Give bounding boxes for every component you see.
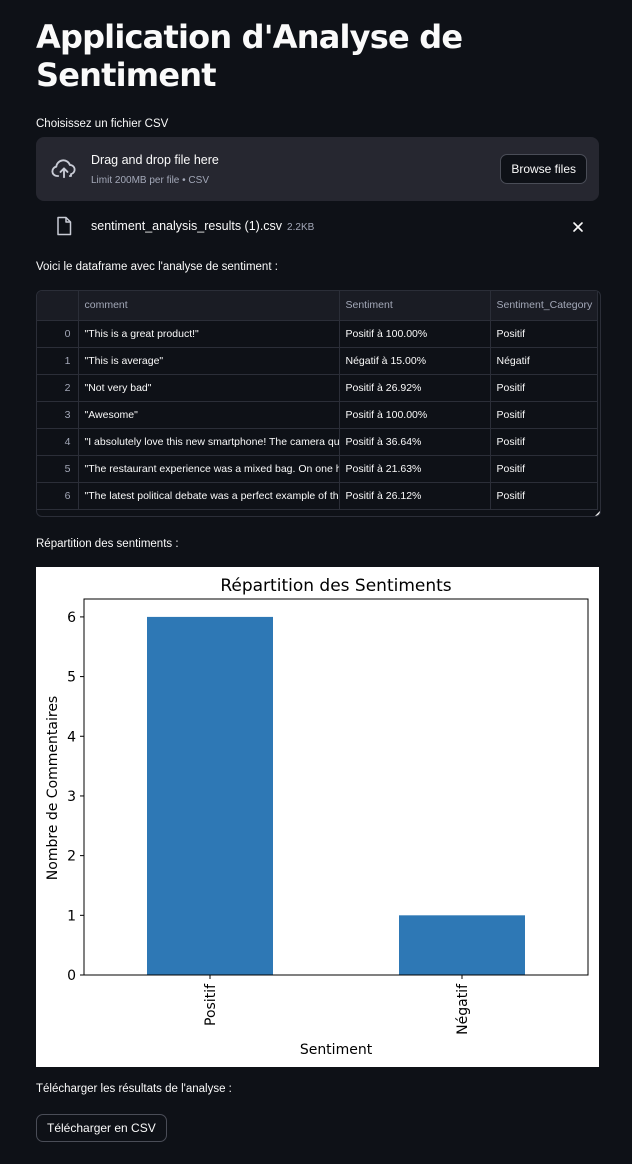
chart-title: Répartition des Sentiments: [220, 576, 451, 596]
sentiment-cell[interactable]: Négatif à 15.00%: [339, 347, 491, 375]
comment-cell[interactable]: "The restaurant experience was a mixed b…: [78, 455, 340, 483]
row-index[interactable]: 6: [37, 482, 79, 510]
y-tick-label: 0: [67, 968, 76, 984]
table-row[interactable]: 2 "Not very bad" Positif à 26.92% Positif: [37, 374, 598, 402]
sentiment-cell[interactable]: Positif à 26.92%: [339, 374, 491, 402]
y-tick-label: 1: [67, 908, 76, 924]
dropzone-title: Drag and drop file here: [91, 153, 219, 167]
chart-svg: Positif Négatif 0 1 2 3 4 5 6 Répartition des Sen…: [45, 576, 589, 1058]
row-index[interactable]: 5: [37, 455, 79, 483]
chart-bar: [399, 915, 525, 975]
table-row[interactable]: 3 "Awesome" Positif à 100.00% Positif: [37, 401, 598, 429]
chart-x-axis-label: Sentiment: [300, 1042, 373, 1058]
file-name-text: sentiment_analysis_results (1).csv: [91, 219, 283, 233]
sentiment-category-cell[interactable]: Positif: [490, 455, 598, 483]
table-row[interactable]: 4 "I absolutely love this new smartphone!…: [37, 428, 598, 456]
y-tick-label: 6: [67, 610, 76, 626]
sentiment-bar-chart: Positif Négatif 0 1 2 3 4 5 6 Répartition des Sen…: [36, 567, 599, 1067]
file-dropzone[interactable]: Drag and drop file here Limit 200MB per …: [36, 137, 599, 201]
browse-files-button[interactable]: Browse files: [500, 154, 587, 184]
column-header-comment[interactable]: comment: [78, 291, 340, 321]
sentiment-category-cell[interactable]: Positif: [490, 428, 598, 456]
uploaded-file-row: sentiment_analysis_results (1).csv 2.2KB: [36, 212, 599, 240]
uploader-label: Choisissez un fichier CSV: [36, 118, 169, 130]
comment-cell[interactable]: "Not very bad": [78, 374, 340, 402]
dropzone-limit-text: Limit 200MB per file • CSV: [91, 175, 209, 186]
uploaded-file-name: sentiment_analysis_results (1).csv 2.2KB: [91, 219, 314, 233]
chart-y-axis-label: Nombre de Commentaires: [45, 696, 61, 880]
sentiment-cell[interactable]: Positif à 100.00%: [339, 320, 491, 348]
file-size: 2.2KB: [287, 222, 315, 233]
close-icon[interactable]: [572, 220, 584, 238]
chart-bar: [147, 616, 273, 975]
comment-cell[interactable]: "The latest political debate was a perfe…: [78, 482, 340, 510]
cloud-upload-icon: [50, 155, 78, 188]
table-row[interactable]: 1 "This is average" Négatif à 15.00% Négati…: [37, 347, 598, 375]
sentiment-cell[interactable]: Positif à 26.12%: [339, 482, 491, 510]
sentiment-category-cell[interactable]: Positif: [490, 482, 598, 510]
sentiment-category-cell[interactable]: Négatif: [490, 347, 598, 375]
comment-cell[interactable]: "This is average": [78, 347, 340, 375]
table-header-row: comment Sentiment Sentiment_Category: [37, 291, 598, 321]
x-tick-label: Positif: [203, 983, 219, 1026]
x-tick-label: Négatif: [455, 983, 471, 1035]
download-label: Télécharger les résultats de l'analyse :: [36, 1083, 232, 1095]
page-title: Application d'Analyse de Sentiment: [36, 18, 463, 94]
dataframe-label: Voici le dataframe avec l'analyse de sen…: [36, 261, 278, 273]
file-icon: [56, 216, 72, 241]
y-tick-label: 2: [67, 849, 76, 865]
dataframe-table[interactable]: comment Sentiment Sentiment_Category 0 "T…: [36, 290, 601, 517]
comment-cell[interactable]: "I absolutely love this new smartphone! …: [78, 428, 340, 456]
table-row[interactable]: 5 "The restaurant experience was a mixed …: [37, 455, 598, 483]
sentiment-category-cell[interactable]: Positif: [490, 374, 598, 402]
sentiment-category-cell[interactable]: Positif: [490, 320, 598, 348]
sentiment-cell[interactable]: Positif à 21.63%: [339, 455, 491, 483]
download-csv-button[interactable]: Télécharger en CSV: [36, 1114, 167, 1142]
column-header-index[interactable]: [37, 291, 79, 321]
column-header-sentiment[interactable]: Sentiment: [339, 291, 491, 321]
y-tick-label: 4: [67, 729, 76, 745]
table-resize-handle[interactable]: [595, 511, 600, 516]
row-index[interactable]: 1: [37, 347, 79, 375]
table-row[interactable]: 0 "This is a great product!" Positif à 100…: [37, 320, 598, 348]
chart-section-label: Répartition des sentiments :: [36, 538, 179, 550]
row-index[interactable]: 3: [37, 401, 79, 429]
sentiment-cell[interactable]: Positif à 36.64%: [339, 428, 491, 456]
row-index[interactable]: 4: [37, 428, 79, 456]
row-index[interactable]: 0: [37, 320, 79, 348]
y-tick-label: 5: [67, 670, 76, 686]
sentiment-category-cell[interactable]: Positif: [490, 401, 598, 429]
y-tick-label: 3: [67, 789, 76, 805]
row-index[interactable]: 2: [37, 374, 79, 402]
comment-cell[interactable]: "Awesome": [78, 401, 340, 429]
column-header-sentiment-category[interactable]: Sentiment_Category: [490, 291, 598, 321]
comment-cell[interactable]: "This is a great product!": [78, 320, 340, 348]
table-row[interactable]: 6 "The latest political debate was a perf…: [37, 482, 598, 510]
sentiment-cell[interactable]: Positif à 100.00%: [339, 401, 491, 429]
